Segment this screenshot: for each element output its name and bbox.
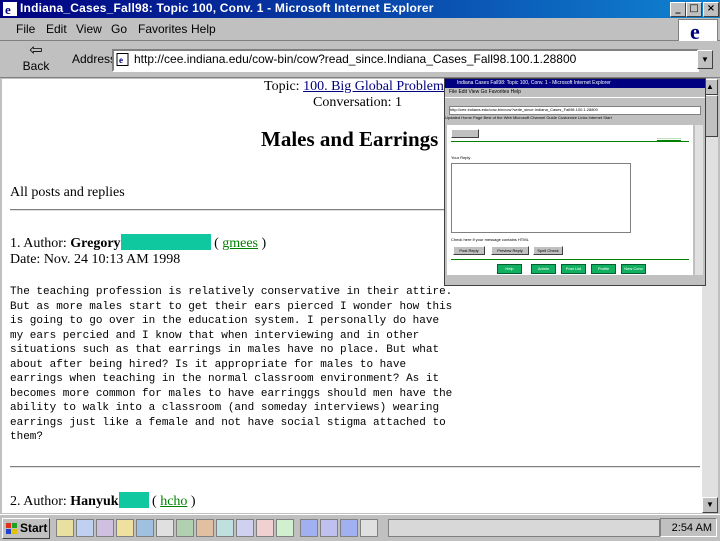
all-posts-label: All posts and replies (10, 185, 125, 200)
svg-text:e: e (119, 55, 123, 65)
quicklaunch-icon[interactable] (96, 519, 114, 537)
menu-bar: File Edit View Go Favorites Help (0, 18, 720, 41)
inset-help-button: Help (497, 264, 522, 274)
post-2-number: 2. Author: (10, 494, 67, 509)
svg-text:e: e (5, 2, 11, 16)
address-dropdown-icon[interactable]: ▼ (697, 50, 713, 69)
page-icon: e (116, 53, 129, 66)
taskbar-icon[interactable] (320, 519, 338, 537)
menu-file[interactable]: File (16, 22, 35, 36)
inset-reply-label: Your Reply (451, 155, 471, 160)
redaction-box (118, 492, 149, 508)
quicklaunch-icon[interactable] (276, 519, 294, 537)
ie-brand-icon: e (678, 19, 718, 44)
browser-window: e Indiana_Cases_Fall98: Topic 100, Conv.… (0, 0, 720, 541)
windows-flag-icon (6, 523, 17, 534)
address-input[interactable]: http://cee.indiana.edu/cow-bin/cow?read_… (134, 52, 576, 66)
quicklaunch-icon[interactable] (156, 519, 174, 537)
close-button[interactable]: × (703, 2, 719, 17)
inset-links-bar: Updated Home Page Best of the Web Micros… (445, 115, 612, 120)
menu-view[interactable]: View (76, 22, 102, 36)
inset-admin-button: Admin (531, 264, 556, 274)
post-1-body: The teaching profession is relatively co… (10, 286, 453, 443)
quicklaunch-icon[interactable] (116, 519, 134, 537)
reply-window-inset: Indiana Cases Fall98: Topic 100, Conv. 1… (444, 78, 706, 286)
topic-line: Topic: 100. Big Global Problems (264, 79, 449, 95)
divider (10, 209, 450, 211)
menu-edit[interactable]: Edit (46, 22, 67, 36)
quicklaunch-icon[interactable] (256, 519, 274, 537)
inset-divider (451, 259, 689, 260)
inset-scrollbar (695, 125, 703, 275)
menu-favorites[interactable]: Favorites (138, 22, 187, 36)
ie-taskbar-icon[interactable] (300, 519, 318, 537)
page-title: Males and Earrings (261, 127, 439, 151)
back-button[interactable]: ⇦ Back (14, 43, 58, 75)
toolbar: ⇦ Back Address e http://cee.indiana.edu/… (0, 41, 720, 78)
inset-page: —————— Your Reply Check here if your mes… (447, 125, 693, 275)
quicklaunch-icon[interactable] (196, 519, 214, 537)
redaction-box (120, 234, 211, 250)
inset-spell-check-button: Spell Check (533, 246, 563, 255)
post-1-author: 1. Author: Gregory ( gmees ) (10, 234, 267, 251)
system-tray-icons[interactable] (388, 519, 660, 537)
post-2-email-link[interactable]: hcho (160, 494, 187, 509)
title-bar[interactable]: e Indiana_Cases_Fall98: Topic 100, Conv.… (0, 0, 720, 18)
inset-address: http://cee.indiana.edu/cow-bin/cow?write… (449, 106, 701, 115)
clock: 2:54 AM (660, 518, 717, 537)
taskbar-icon[interactable] (360, 519, 378, 537)
inset-divider (451, 141, 689, 142)
inset-toolbar (445, 97, 705, 106)
inset-title: Indiana Cases Fall98: Topic 100, Conv. 1… (445, 79, 705, 88)
inset-new-conv-button: New Conv (621, 264, 646, 274)
inset-menu: File Edit View Go Favorites Help (449, 89, 521, 95)
post-1-number: 1. Author: (10, 236, 67, 251)
start-button[interactable]: Start (2, 518, 50, 539)
inset-link: —————— (657, 135, 681, 140)
divider (10, 466, 700, 468)
quicklaunch-icon[interactable] (76, 519, 94, 537)
quicklaunch-icon[interactable] (176, 519, 194, 537)
inset-small-button (451, 129, 479, 138)
ie-logo-icon: e (3, 2, 17, 16)
inset-reply-textarea (451, 163, 631, 233)
svg-text:e: e (690, 20, 700, 42)
quicklaunch-icon[interactable] (216, 519, 234, 537)
topic-prefix: Topic: (264, 79, 300, 94)
menu-help[interactable]: Help (191, 22, 216, 36)
post-1-author-name: Gregory (70, 236, 121, 251)
address-bar[interactable]: e http://cee.indiana.edu/cow-bin/cow?rea… (112, 49, 699, 72)
ie-taskbar-icon[interactable] (340, 519, 358, 537)
inset-checkbox-label: Check here if your message contains HTML (451, 237, 529, 242)
post-2-author-name: Hanyuk (70, 494, 119, 509)
inset-preview-button: Preview Reply (491, 246, 529, 255)
topic-link[interactable]: 100. Big Global Problems (303, 79, 449, 94)
quicklaunch-icon[interactable] (236, 519, 254, 537)
taskbar: Start 2:54 AM (0, 514, 720, 541)
maximize-button[interactable]: □ (686, 2, 702, 17)
address-label: Address (72, 52, 117, 66)
inset-post-list-button: Post List (561, 264, 586, 274)
back-arrow-icon: ⇦ (29, 42, 43, 59)
window-title: Indiana_Cases_Fall98: Topic 100, Conv. 1… (20, 1, 434, 15)
post-2-author: 2. Author: Hanyuk ( hcho ) (10, 492, 196, 509)
quicklaunch-icon[interactable] (56, 519, 74, 537)
menu-go[interactable]: Go (111, 22, 127, 36)
quicklaunch-icon[interactable] (136, 519, 154, 537)
minimize-button[interactable]: _ (670, 2, 686, 17)
scroll-down-icon[interactable]: ▼ (702, 497, 718, 513)
inset-profile-button: Profile (591, 264, 616, 274)
start-label: Start (20, 521, 48, 535)
back-label: Back (22, 59, 50, 73)
post-1-email-link[interactable]: gmees (222, 236, 258, 251)
conversation-label: Conversation: 1 (313, 95, 403, 110)
inset-post-reply-button: Post Reply (453, 246, 485, 255)
post-1-date: Date: Nov. 24 10:13 AM 1998 (10, 252, 181, 267)
